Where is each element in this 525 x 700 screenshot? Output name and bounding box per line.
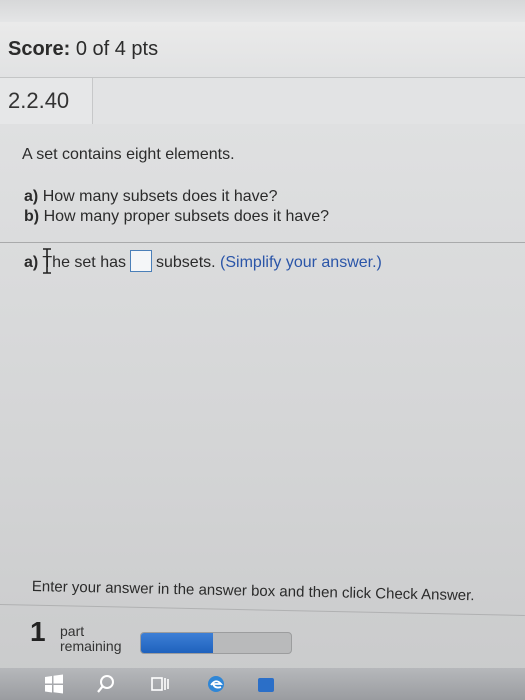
parts-remaining-line1: part — [60, 623, 85, 639]
text-cursor-icon — [43, 248, 51, 274]
answer-prefix: The set has — [42, 254, 126, 271]
score-display: Score: 0 of 4 pts — [8, 38, 158, 61]
search-icon[interactable] — [96, 674, 116, 694]
question-prompt: A set contains eight elements. — [22, 146, 235, 163]
part-b-text: How many proper subsets does it have? — [43, 208, 330, 225]
question-number-box: 2.2.40 — [0, 78, 93, 124]
question-part-b: b) How many proper subsets does it have? — [24, 208, 329, 226]
score-bar: Score: 0 of 4 pts — [0, 22, 525, 78]
progress-fill — [141, 633, 213, 653]
parts-remaining-label: part remaining — [60, 624, 121, 654]
answer-hint: (Simplify your answer.) — [220, 254, 382, 271]
question-content: A set contains eight elements. a) How ma… — [0, 124, 525, 700]
instruction-divider — [0, 604, 525, 616]
divider — [0, 242, 525, 243]
parts-remaining-count: 1 — [30, 616, 46, 647]
part-a-marker: a) — [24, 188, 39, 205]
windows-start-icon[interactable] — [44, 674, 64, 694]
part-b-marker: b) — [24, 208, 40, 225]
app-icon[interactable] — [256, 674, 276, 694]
progress-bar — [140, 632, 292, 654]
answer-suffix: subsets. — [156, 254, 216, 271]
question-part-a: a) How many subsets does it have? — [24, 188, 277, 206]
score-value: 0 of 4 pts — [75, 38, 159, 60]
answer-input[interactable] — [130, 250, 152, 272]
taskbar — [0, 668, 525, 700]
score-label: Score: — [8, 38, 71, 60]
answer-marker: a) — [24, 254, 39, 271]
question-number: 2.2.40 — [8, 88, 70, 113]
part-a-text: How many subsets does it have? — [42, 188, 278, 205]
parts-remaining-line2: remaining — [60, 638, 122, 654]
question-number-bar: 2.2.40 — [0, 78, 525, 124]
instruction-text: Enter your answer in the answer box and … — [31, 578, 475, 605]
top-band — [0, 0, 525, 22]
edge-browser-icon[interactable] — [206, 674, 226, 694]
task-view-icon[interactable] — [150, 674, 170, 694]
answer-line: a) The set has subsets. (Simplify your an… — [24, 250, 382, 272]
